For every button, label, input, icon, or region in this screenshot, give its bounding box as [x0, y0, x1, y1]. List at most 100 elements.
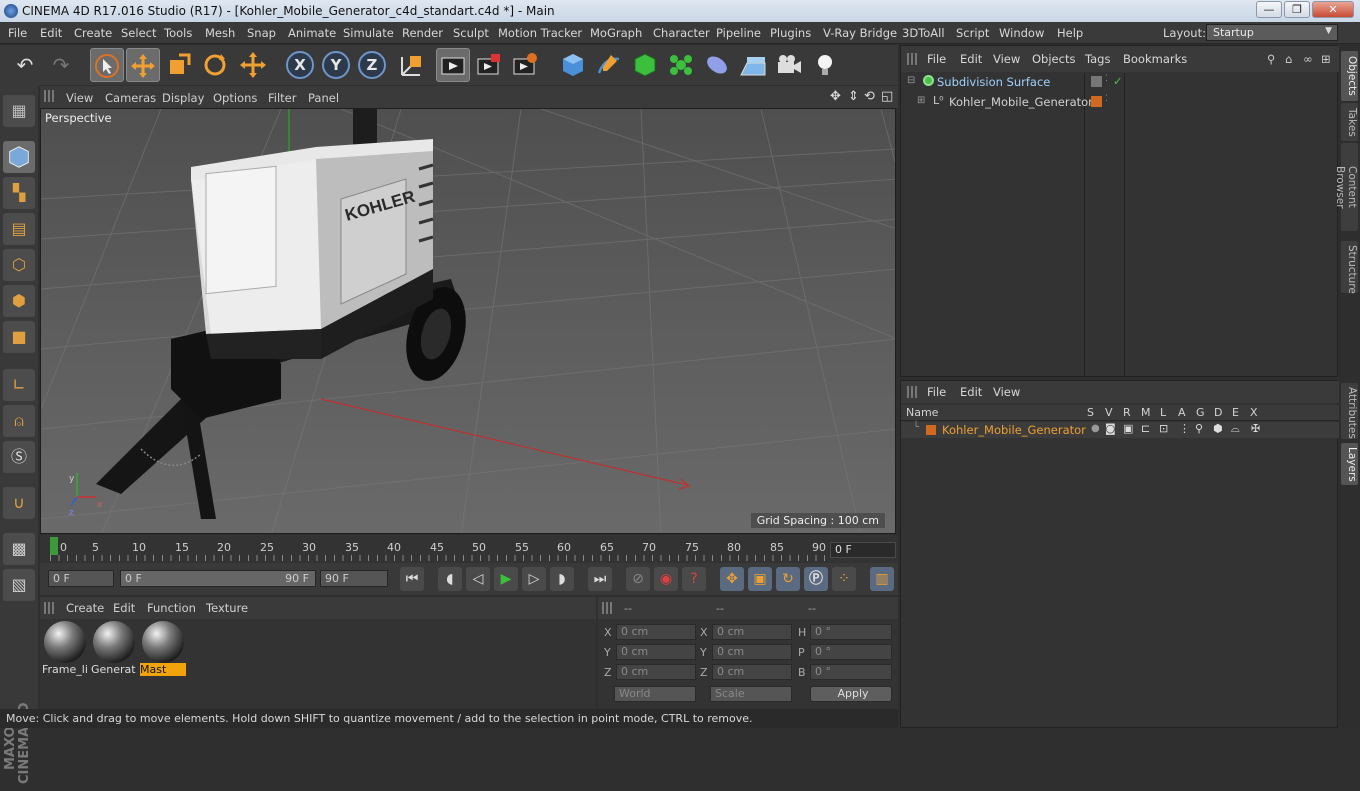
visibility-dots-icon[interactable]: ⁚	[1105, 74, 1108, 84]
pos-z-field[interactable]: 0 cm	[616, 664, 696, 680]
rot-p-field[interactable]: 0 °	[810, 644, 892, 660]
tweak-mode-icon[interactable]: ⍝	[3, 405, 35, 437]
layer-menu-file[interactable]: File	[927, 385, 946, 399]
viewport-menu-view[interactable]: View	[66, 91, 93, 105]
material-menu-texture[interactable]: Texture	[206, 601, 248, 615]
auto-keying-icon[interactable]: ?	[682, 567, 706, 591]
column-r[interactable]: R	[1123, 406, 1131, 419]
render-icon[interactable]: ▣	[1123, 422, 1133, 435]
expressions-icon[interactable]: ⌓	[1231, 422, 1240, 436]
tab-layers[interactable]: Layers	[1341, 443, 1358, 485]
texture-mode-icon[interactable]: ▚	[3, 177, 35, 209]
animation-icon[interactable]: ⋮	[1179, 422, 1190, 435]
viewport-menu-filter[interactable]: Filter	[268, 91, 296, 105]
home-icon[interactable]: ⌂	[1285, 52, 1292, 66]
workplane-mode-icon[interactable]: ▤	[3, 213, 35, 245]
menu-pipeline[interactable]: Pipeline	[716, 26, 761, 40]
timeline-window-icon[interactable]: ▥	[870, 567, 894, 591]
object-menu-tags[interactable]: Tags	[1085, 52, 1110, 66]
render-settings-icon[interactable]	[508, 48, 542, 82]
menu-snap[interactable]: Snap	[247, 26, 276, 40]
pen-spline-icon[interactable]	[592, 48, 626, 82]
collapse-icon[interactable]: ⊟	[907, 75, 915, 86]
key-position-icon[interactable]: ✥	[720, 567, 744, 591]
pos-y-field[interactable]: 0 cm	[616, 644, 696, 660]
name-column-header[interactable]: Name	[906, 406, 938, 419]
snap-icon[interactable]: Ⓢ	[3, 441, 35, 473]
menu-animate[interactable]: Animate	[288, 26, 336, 40]
size-z-field[interactable]: 0 cm	[712, 664, 792, 680]
polygons-mode-icon[interactable]: ■	[3, 321, 35, 353]
minimize-button[interactable]: —	[1256, 1, 1282, 18]
menu-help[interactable]: Help	[1057, 26, 1083, 40]
menu-plugins[interactable]: Plugins	[770, 26, 811, 40]
key-scale-icon[interactable]: ▣	[748, 567, 772, 591]
axis-mode-icon[interactable]: ∟	[3, 369, 35, 401]
lock-workplane-icon[interactable]: ▩	[3, 533, 35, 565]
column-d[interactable]: D	[1214, 406, 1222, 419]
tab-objects[interactable]: Objects	[1341, 51, 1358, 101]
end-frame-field[interactable]: 90 F	[320, 570, 388, 587]
rot-h-field[interactable]: 0 °	[810, 624, 892, 640]
object-menu-view[interactable]: View	[993, 52, 1020, 66]
scale-tool-icon[interactable]	[162, 48, 196, 82]
floor-icon[interactable]	[736, 48, 770, 82]
menu-sculpt[interactable]: Sculpt	[453, 26, 489, 40]
edges-mode-icon[interactable]: ⬢	[3, 285, 35, 317]
x-axis-lock-button[interactable]: X	[286, 51, 314, 79]
menu-render[interactable]: Render	[402, 26, 443, 40]
rotate-view-icon[interactable]: ⟲	[864, 89, 875, 104]
material-swatch[interactable]: Frame_li	[42, 621, 88, 679]
render-to-picture-viewer-icon[interactable]	[472, 48, 506, 82]
pos-x-field[interactable]: 0 cm	[616, 624, 696, 640]
expand-icon[interactable]: ⊞	[917, 95, 925, 106]
key-rotation-icon[interactable]: ↻	[776, 567, 800, 591]
layer-menu-view[interactable]: View	[993, 385, 1020, 399]
record-keys-icon[interactable]: ◉	[654, 567, 678, 591]
next-key-icon[interactable]: ◗	[550, 567, 574, 591]
size-x-field[interactable]: 0 cm	[712, 624, 792, 640]
maximize-button[interactable]: ❐	[1284, 1, 1310, 18]
column-m[interactable]: M	[1141, 406, 1151, 419]
magnet-icon[interactable]: ∪	[3, 487, 35, 519]
go-to-end-icon[interactable]: ⏭	[588, 567, 612, 591]
generators-icon[interactable]: ⚲	[1195, 422, 1203, 435]
key-parameter-icon[interactable]: Ⓟ	[804, 567, 828, 591]
size-y-field[interactable]: 0 cm	[712, 644, 792, 660]
undo-icon[interactable]: ↶	[8, 48, 42, 82]
coordinate-space-select[interactable]: World	[614, 686, 696, 702]
dolly-view-icon[interactable]: ⇕	[848, 89, 859, 104]
cube-icon[interactable]	[556, 48, 590, 82]
viewport-menu-panel[interactable]: Panel	[308, 91, 339, 105]
redo-icon[interactable]: ↷	[44, 48, 78, 82]
key-point-level-icon[interactable]: ⁘	[832, 567, 856, 591]
column-e[interactable]: E	[1232, 406, 1239, 419]
menu-create[interactable]: Create	[74, 26, 112, 40]
deformer-icon[interactable]	[700, 48, 734, 82]
material-menu-create[interactable]: Create	[66, 601, 104, 615]
3d-viewport[interactable]: KOHLER y x z Perspective Grid Spacing : …	[40, 108, 896, 534]
light-bulb-icon[interactable]	[808, 48, 842, 82]
close-button[interactable]: ✕	[1312, 1, 1354, 18]
start-frame-field[interactable]: 0 F	[48, 570, 114, 587]
tab-takes[interactable]: Takes	[1341, 103, 1358, 141]
record-position-icon[interactable]: ⊘	[626, 567, 650, 591]
object-menu-edit[interactable]: Edit	[960, 52, 982, 66]
render-view-icon[interactable]	[436, 48, 470, 82]
z-axis-lock-button[interactable]: Z	[358, 51, 386, 79]
menu-tools[interactable]: Tools	[164, 26, 192, 40]
cloner-icon[interactable]	[664, 48, 698, 82]
tab-attributes[interactable]: Attributes	[1341, 383, 1358, 439]
solo-icon[interactable]: ●	[1091, 423, 1100, 434]
column-g[interactable]: G	[1196, 406, 1205, 419]
tab-structure[interactable]: Structure	[1341, 241, 1358, 294]
selection-tool-icon[interactable]	[90, 48, 124, 82]
scale-mode-select[interactable]: Scale	[710, 686, 792, 702]
make-editable-icon[interactable]: ▦	[3, 95, 35, 127]
layout-select[interactable]: Startup ▼	[1206, 24, 1338, 41]
material-swatch[interactable]: Generat	[91, 621, 137, 679]
object-row[interactable]: ⊟ Subdivision Surface ⁚ ✓	[905, 74, 1337, 93]
timeline-ruler[interactable]: 0 5 10 15 20 25 30 35 40 45 50 55 60 65 …	[40, 535, 898, 563]
layer-color-swatch[interactable]	[926, 425, 936, 435]
move-tool-icon[interactable]	[126, 48, 160, 82]
